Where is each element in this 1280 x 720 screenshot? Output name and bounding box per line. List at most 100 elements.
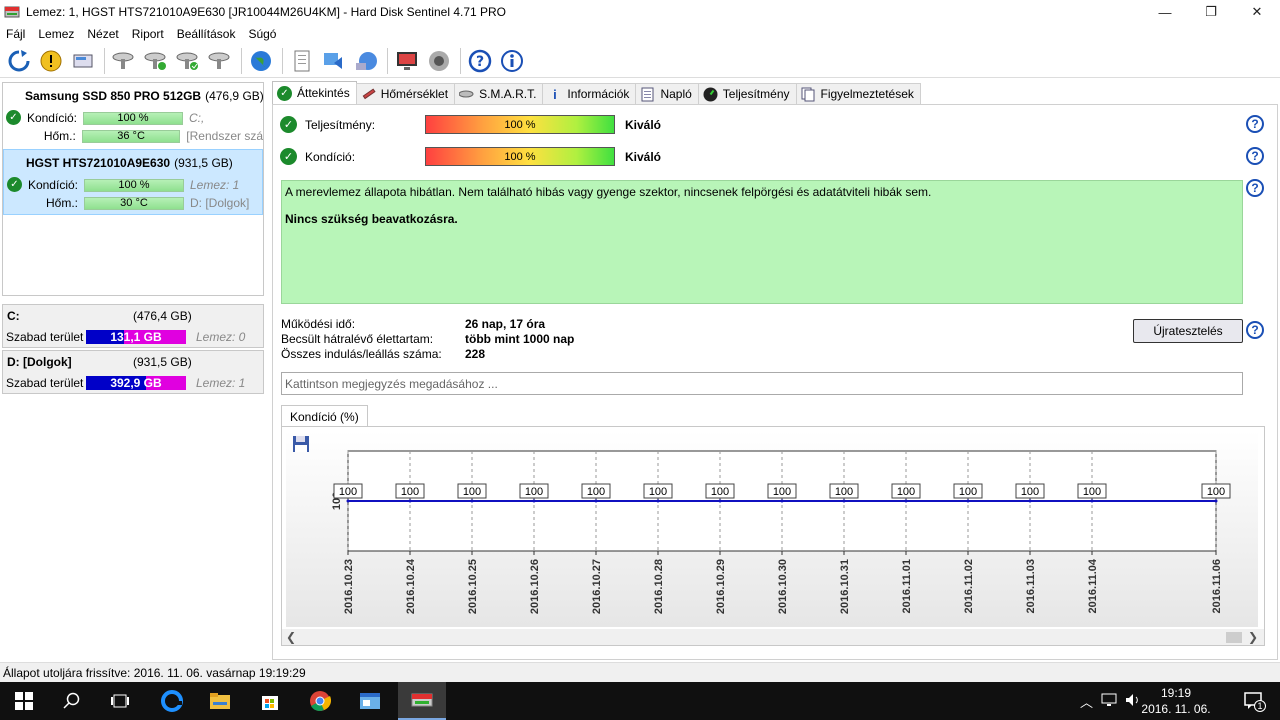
taskbar: ︿ 19:19 2016. 11. 06. 1 — [0, 682, 1280, 720]
help-icon[interactable]: ? — [1246, 147, 1264, 165]
chart-area: 2016.10.23 2016.10.24 2016.10.25 2016.10.26… — [286, 431, 1258, 627]
data-point — [408, 499, 412, 503]
disk-name: HGST HTS721010A9E630 — [26, 156, 171, 170]
tools-check-icon[interactable] — [205, 46, 235, 76]
temp-bar: 36 °C — [81, 129, 181, 143]
disk-info-icon[interactable] — [68, 46, 98, 76]
tools-test-icon[interactable] — [173, 46, 203, 76]
volume-size: (931,5 GB) — [133, 355, 192, 369]
store-icon[interactable] — [246, 682, 294, 720]
speaker-icon[interactable] — [424, 46, 454, 76]
volume-c[interactable]: C: (476,4 GB) Szabad terület 131,1 GB Le… — [2, 304, 264, 348]
monitor-icon[interactable] — [392, 46, 422, 76]
menu-settings[interactable]: Beállítások — [173, 27, 245, 41]
help-icon[interactable]: ? — [1246, 179, 1264, 197]
toolbar-separator — [387, 47, 388, 74]
status-advice: Nincs szükség beavatkozásra. — [285, 212, 458, 226]
help-icon[interactable]: ? — [465, 46, 495, 76]
hard-disk-sentinel-taskbar-icon[interactable] — [398, 682, 446, 720]
data-point — [1214, 499, 1218, 503]
disk-list-panel: Samsung SSD 850 PRO 512GB (476,9 GB) Le … — [0, 82, 266, 660]
menu-report[interactable]: Riport — [128, 27, 173, 41]
menu-bar: Fájl Lemez Nézet Riport Beállítások Súgó — [0, 24, 1280, 44]
note-input[interactable]: Kattintson megjegyzés megadásához ... — [281, 372, 1243, 395]
tab-label: S.M.A.R.T. — [479, 87, 537, 101]
disk-list: Samsung SSD 850 PRO 512GB (476,9 GB) Le … — [2, 82, 264, 296]
health-bar: 100 % — [83, 111, 183, 125]
disk-item-samsung[interactable]: Samsung SSD 850 PRO 512GB (476,9 GB) Le … — [3, 83, 263, 149]
data-point — [842, 499, 846, 503]
tab-overview[interactable]: ✓ Áttekintés — [272, 81, 357, 104]
file-explorer-icon[interactable] — [196, 682, 244, 720]
network-icon[interactable] — [351, 46, 381, 76]
tab-label: Hőmérséklet — [380, 87, 449, 101]
scroll-right-icon[interactable]: ❯ — [1248, 630, 1258, 644]
tab-label: Napló — [660, 87, 692, 101]
tab-information[interactable]: i Információk — [542, 83, 637, 104]
data-point — [1090, 499, 1094, 503]
chart-scrollbar[interactable]: ❮ ❯ — [282, 629, 1264, 645]
info-icon: i — [553, 86, 557, 102]
chevron-up-icon[interactable]: ︿ — [1080, 692, 1093, 711]
tab-smart[interactable]: S.M.A.R.T. — [454, 83, 544, 104]
task-view-icon[interactable] — [96, 682, 144, 720]
refresh-icon[interactable] — [4, 46, 34, 76]
network-tray-icon[interactable] — [1100, 692, 1118, 711]
clock[interactable]: 19:19 2016. 11. 06. — [1136, 685, 1216, 717]
temp-label: Hőm.: — [43, 129, 76, 143]
tools-ssd-icon[interactable] — [141, 46, 171, 76]
tab-alerts[interactable]: Figyelmeztetések — [795, 83, 921, 104]
globe-icon[interactable] — [246, 46, 276, 76]
uptime-value: 26 nap, 17 óra — [465, 317, 546, 331]
start-icon[interactable] — [0, 682, 48, 720]
scroll-left-icon[interactable]: ❮ — [286, 630, 296, 644]
tab-performance[interactable]: Teljesítmény — [697, 83, 797, 104]
help-icon[interactable]: ? — [1246, 321, 1264, 339]
tab-temperature[interactable]: Hőmérséklet — [355, 83, 456, 104]
x-tick-label: 2016.10.30 — [777, 559, 789, 614]
disk-item-hgst[interactable]: HGST HTS721010A9E630 (931,5 GB) ✓ Kondíc… — [3, 149, 263, 215]
send-report-icon[interactable] — [319, 46, 349, 76]
data-label: 100 — [463, 486, 481, 498]
chrome-icon[interactable] — [296, 682, 344, 720]
toolbar-separator — [282, 47, 283, 74]
app-icon — [4, 5, 20, 19]
maximize-button[interactable]: ❐ — [1188, 0, 1234, 24]
chart-tab-health[interactable]: Kondíció (%) — [281, 405, 368, 427]
tools-icon[interactable] — [109, 46, 139, 76]
edge-icon[interactable] — [148, 682, 196, 720]
retest-button[interactable]: Újratesztelés — [1133, 319, 1243, 343]
data-label: 100 — [897, 486, 915, 498]
info-icon[interactable] — [497, 46, 527, 76]
menu-file[interactable]: Fájl — [2, 27, 34, 41]
alert-icon[interactable] — [36, 46, 66, 76]
gauge-icon — [703, 87, 718, 102]
data-point — [470, 499, 474, 503]
report-icon[interactable] — [287, 46, 317, 76]
minimize-button[interactable]: — — [1142, 0, 1188, 24]
menu-view[interactable]: Nézet — [83, 27, 127, 41]
close-button[interactable]: ✕ — [1234, 0, 1280, 24]
help-icon[interactable]: ? — [1246, 115, 1264, 133]
volume-d[interactable]: D: [Dolgok] (931,5 GB) Szabad terület 39… — [2, 350, 264, 394]
ok-check-icon: ✓ — [7, 177, 22, 192]
search-icon[interactable] — [48, 682, 96, 720]
notification-icon[interactable]: 1 — [1230, 682, 1278, 720]
x-tick-label: 2016.10.28 — [653, 559, 665, 614]
x-tick-label: 2016.10.29 — [715, 559, 727, 614]
tab-log[interactable]: Napló — [635, 83, 699, 104]
chart-pane: 2016.10.23 2016.10.24 2016.10.25 2016.10.26… — [281, 426, 1265, 646]
toolbar-separator — [241, 47, 242, 74]
data-label: 100 — [401, 486, 419, 498]
disk-number: Lemez: 1 — [190, 178, 240, 192]
x-tick-label: 2016.11.03 — [1025, 559, 1037, 613]
scroll-thumb[interactable] — [1226, 632, 1242, 643]
menu-help[interactable]: Súgó — [244, 27, 285, 41]
menu-disk[interactable]: Lemez — [34, 27, 83, 41]
documents-icon — [801, 87, 816, 102]
data-label: 100 — [525, 486, 543, 498]
x-tick-label: 2016.10.23 — [343, 559, 355, 614]
app-window-icon[interactable] — [346, 682, 394, 720]
log-icon — [640, 87, 655, 102]
tab-bar: ✓ Áttekintés Hőmérséklet S.M.A.R.T. i In… — [272, 81, 1280, 104]
